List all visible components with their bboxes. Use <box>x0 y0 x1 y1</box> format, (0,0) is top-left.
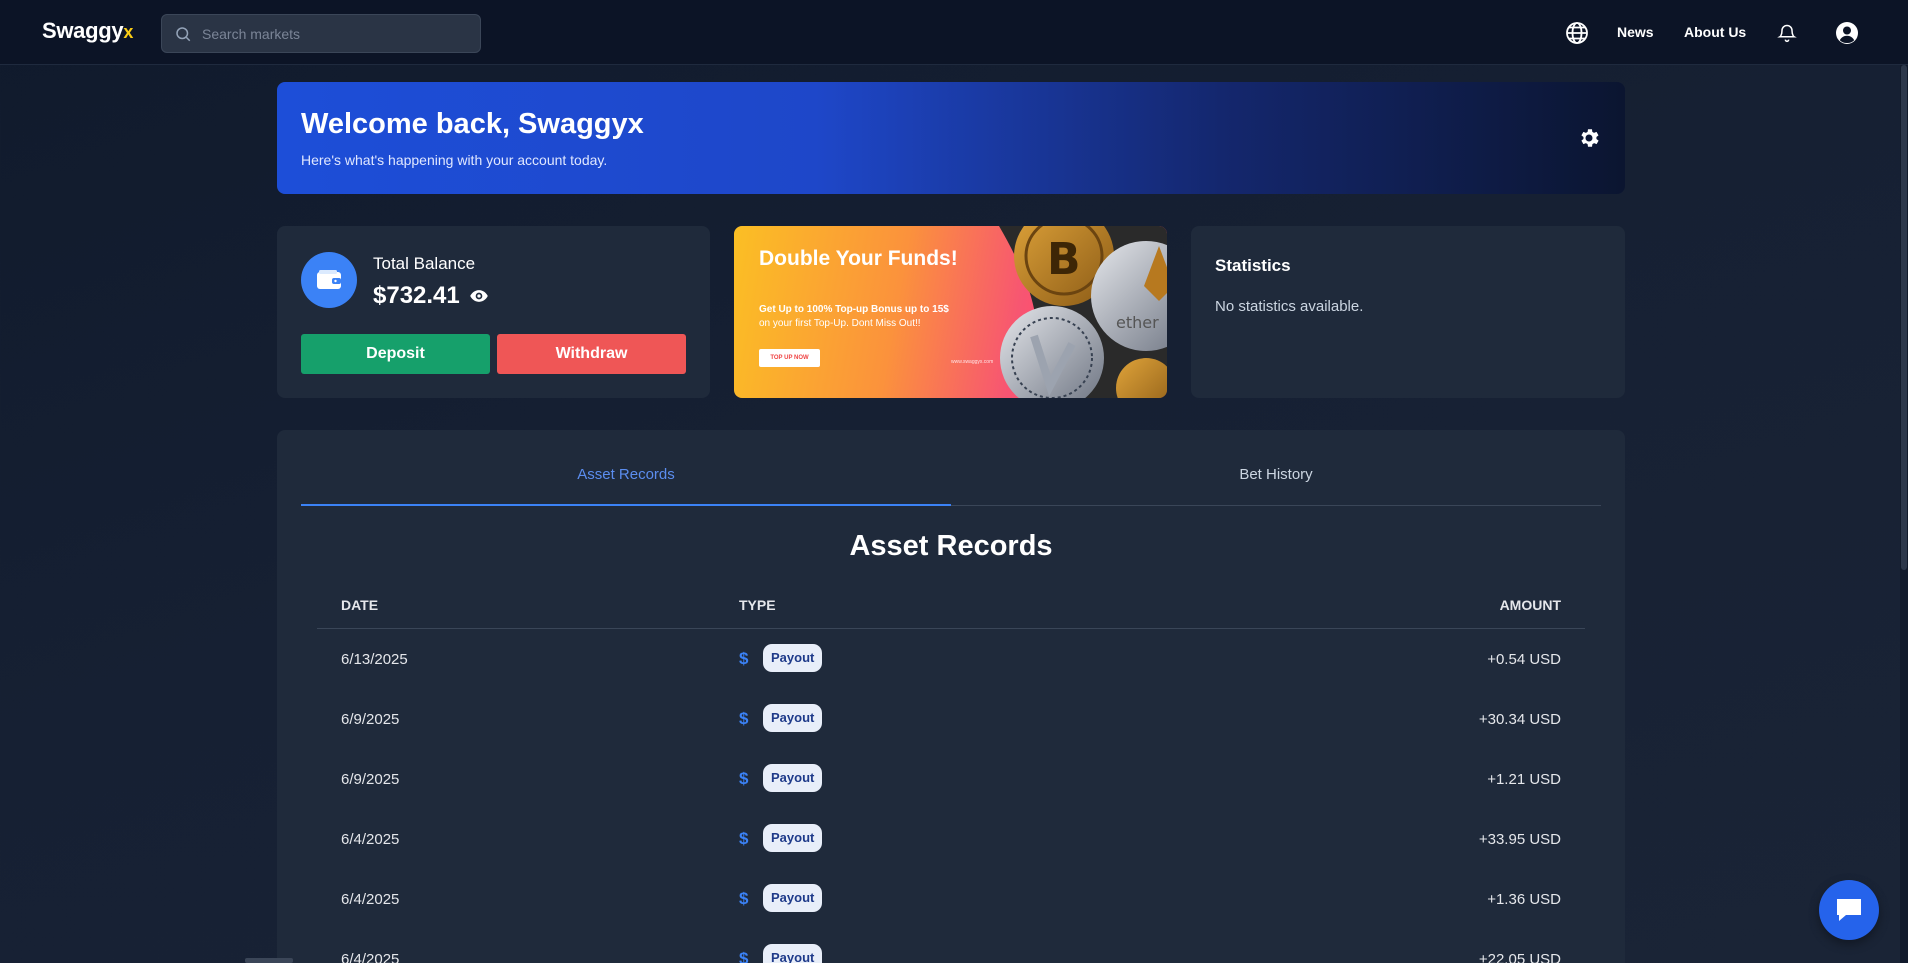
type-badge: Payout <box>763 884 823 912</box>
row-amount: +33.95 USD <box>1478 831 1561 848</box>
row-amount: +30.34 USD <box>1478 711 1561 728</box>
row-date: 6/4/2025 <box>341 951 400 963</box>
row-amount: +0.54 USD <box>1487 651 1561 668</box>
gear-icon[interactable] <box>1577 126 1601 150</box>
dollar-icon: $ <box>739 949 749 963</box>
welcome-banner: Welcome back, Swaggyx Here's what's happ… <box>277 82 1625 194</box>
search-box[interactable] <box>161 14 481 53</box>
total-balance-label: Total Balance <box>373 254 476 273</box>
row-date: 6/13/2025 <box>341 651 408 668</box>
row-amount: +22.05 USD <box>1478 951 1561 963</box>
promo-subtitle-bold: Get Up to 100% Top-up Bonus up to 15$ <box>759 304 949 315</box>
table-row: 6/13/2025 $ Payout +0.54 USD <box>277 629 1625 689</box>
svg-text:ether: ether <box>1116 313 1159 332</box>
statistics-title: Statistics <box>1215 256 1291 275</box>
dollar-icon: $ <box>739 829 749 848</box>
column-header-date: DATE <box>341 597 379 613</box>
chat-icon <box>1837 899 1861 921</box>
top-navbar: Swaggyx News About Us <box>0 0 1908 65</box>
row-date: 6/4/2025 <box>341 831 400 848</box>
total-balance-value: $732.41 <box>373 282 460 309</box>
scrollbar-thumb[interactable] <box>1901 65 1907 570</box>
welcome-subtitle: Here's what's happening with your accoun… <box>301 152 608 168</box>
promo-title: Double Your Funds! <box>759 247 958 270</box>
table-row: 6/9/2025 $ Payout +1.21 USD <box>277 749 1625 809</box>
type-badge: Payout <box>763 704 823 732</box>
statistics-card: Statistics No statistics available. <box>1191 226 1625 398</box>
bell-icon[interactable] <box>1777 22 1797 44</box>
dollar-icon: $ <box>739 889 749 908</box>
chat-button[interactable] <box>1819 880 1879 940</box>
deposit-button[interactable]: Deposit <box>301 334 490 374</box>
dollar-icon: $ <box>739 769 749 788</box>
type-badge: Payout <box>763 644 823 672</box>
row-date: 6/9/2025 <box>341 711 400 728</box>
row-date: 6/9/2025 <box>341 771 400 788</box>
welcome-title: Welcome back, Swaggyx <box>301 108 644 140</box>
dollar-icon: $ <box>739 649 749 668</box>
type-badge: Payout <box>763 764 823 792</box>
search-input[interactable] <box>202 25 462 42</box>
balance-card: Total Balance $732.41 Deposit Withdraw <box>277 226 710 398</box>
table-row: 6/4/2025 $ Payout +33.95 USD <box>277 809 1625 869</box>
globe-icon[interactable] <box>1565 21 1589 45</box>
promo-banner[interactable]: B ether Double Your Funds! Get Up to 100… <box>734 226 1167 398</box>
records-panel: Asset Records Bet History Asset Records … <box>277 430 1625 963</box>
horizontal-scrollbar-thumb[interactable] <box>245 958 293 963</box>
table-row: 6/9/2025 $ Payout +30.34 USD <box>277 689 1625 749</box>
tab-bet-history[interactable]: Bet History <box>951 466 1601 506</box>
row-amount: +1.21 USD <box>1487 771 1561 788</box>
records-title: Asset Records <box>849 530 1053 562</box>
type-badge: Payout <box>763 824 823 852</box>
logo-text: Swaggy <box>42 18 124 43</box>
nav-news-link[interactable]: News <box>1617 24 1654 40</box>
search-icon <box>176 26 191 41</box>
row-date: 6/4/2025 <box>341 891 400 908</box>
records-table-body: 6/13/2025 $ Payout +0.54 USD 6/9/2025 $ … <box>277 629 1625 963</box>
svg-text:B: B <box>1047 234 1081 285</box>
wallet-icon <box>301 252 357 308</box>
type-badge: Payout <box>763 944 823 963</box>
column-header-amount: AMOUNT <box>1499 597 1561 613</box>
user-icon[interactable] <box>1835 21 1859 45</box>
top-up-now-button[interactable]: TOP UP NOW <box>759 349 820 367</box>
logo[interactable]: Swaggyx <box>42 18 133 44</box>
tab-asset-records[interactable]: Asset Records <box>301 466 951 506</box>
eye-icon[interactable] <box>469 286 489 306</box>
dollar-icon: $ <box>739 709 749 728</box>
table-row: 6/4/2025 $ Payout +22.05 USD <box>277 929 1625 963</box>
promo-subtitle-rest: on your first Top-Up. Dont Miss Out!! <box>759 318 921 329</box>
statistics-empty-message: No statistics available. <box>1215 298 1364 315</box>
row-amount: +1.36 USD <box>1487 891 1561 908</box>
promo-subtitle: Get Up to 100% Top-up Bonus up to 15$ on… <box>759 303 999 331</box>
withdraw-button[interactable]: Withdraw <box>497 334 686 374</box>
table-row: 6/4/2025 $ Payout +1.36 USD <box>277 869 1625 929</box>
column-header-type: TYPE <box>739 597 776 613</box>
promo-url: www.swaggyx.com <box>951 359 994 365</box>
logo-accent: x <box>123 22 134 42</box>
nav-about-link[interactable]: About Us <box>1684 24 1746 40</box>
